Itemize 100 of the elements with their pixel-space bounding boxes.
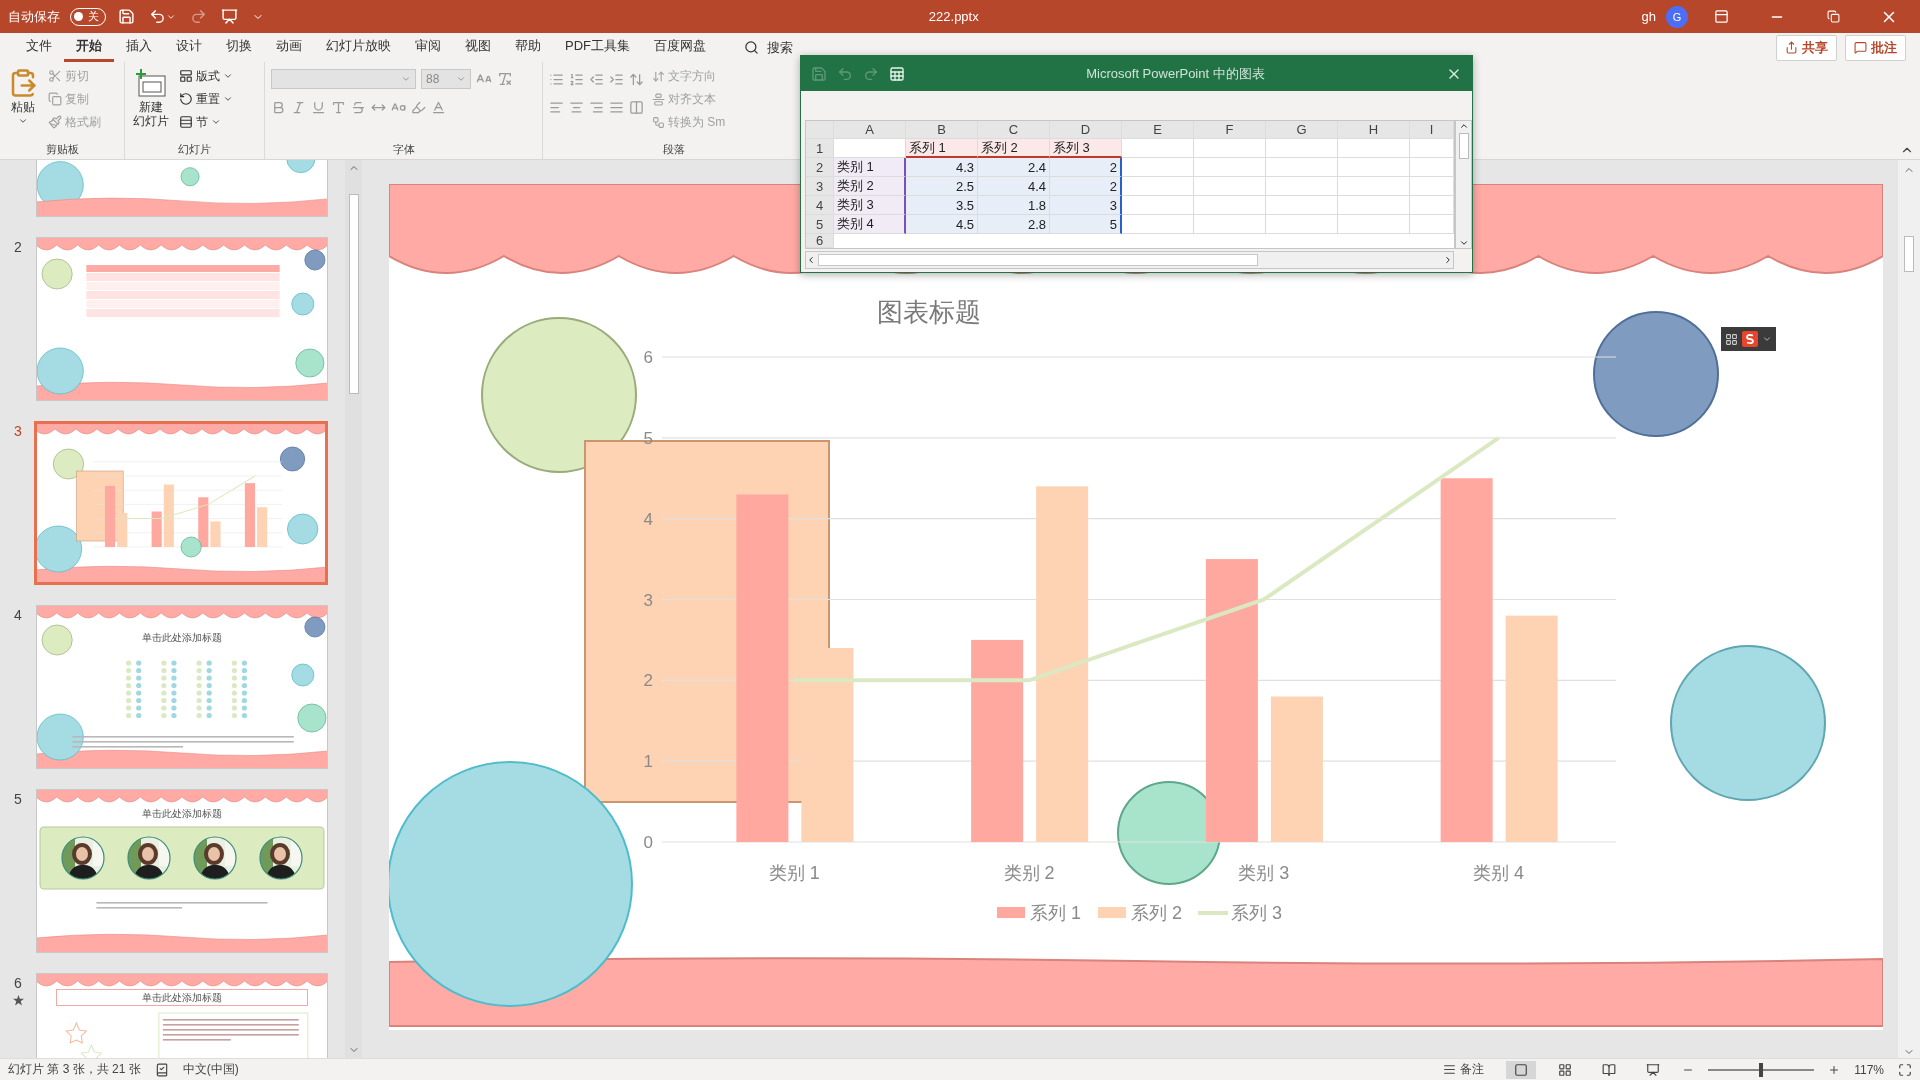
clear-formatting-icon[interactable] <box>497 71 513 87</box>
table-cell[interactable] <box>1410 177 1454 196</box>
table-cell[interactable]: 3.5 <box>906 196 978 215</box>
grid-icon[interactable] <box>1725 332 1738 346</box>
table-cell[interactable]: 2 <box>1050 158 1122 177</box>
table-cell[interactable] <box>1338 177 1410 196</box>
scrollbar[interactable] <box>1898 160 1920 1058</box>
slide-thumbnail[interactable] <box>34 421 328 585</box>
spelling-icon[interactable] <box>154 1062 169 1077</box>
table-cell[interactable]: 类别 1 <box>834 158 906 177</box>
bold-icon[interactable] <box>271 99 286 115</box>
table-cell[interactable] <box>1122 215 1194 234</box>
menu-tab[interactable]: 文件 <box>14 33 64 62</box>
table-cell[interactable]: 类别 2 <box>834 177 906 196</box>
table-cell[interactable] <box>1338 215 1410 234</box>
column-header[interactable]: C <box>978 121 1050 139</box>
table-cell[interactable] <box>1194 158 1266 177</box>
table-cell[interactable] <box>1194 196 1266 215</box>
menu-tab[interactable]: 百度网盘 <box>642 33 718 62</box>
slide-thumbnail[interactable] <box>36 237 328 401</box>
scroll-thumb[interactable] <box>818 254 1258 266</box>
select-all-cell[interactable] <box>806 121 834 139</box>
table-cell[interactable] <box>1338 139 1410 158</box>
paste-button[interactable]: 粘贴 <box>6 66 40 141</box>
scrollbar[interactable] <box>345 160 362 1058</box>
line-spacing-icon[interactable] <box>629 71 644 87</box>
row-header[interactable]: 1 <box>806 139 834 158</box>
new-slide-button[interactable]: 新建 幻灯片 <box>131 66 171 141</box>
table-cell[interactable] <box>1338 196 1410 215</box>
normal-view-icon[interactable] <box>1506 1060 1537 1079</box>
comments-button[interactable]: 批注 <box>1845 34 1906 61</box>
table-cell[interactable]: 2.5 <box>906 177 978 196</box>
italic-icon[interactable] <box>291 99 306 115</box>
slides-button[interactable]: 重置 <box>177 89 235 109</box>
table-cell[interactable] <box>1122 139 1194 158</box>
scrollbar[interactable] <box>1455 120 1472 249</box>
table-cell[interactable]: 2.8 <box>978 215 1050 234</box>
slide-thumbnail[interactable] <box>36 605 328 769</box>
align-right-icon[interactable] <box>589 99 604 115</box>
row-header[interactable]: 5 <box>806 215 834 234</box>
table-cell[interactable] <box>834 139 906 158</box>
table-cell[interactable] <box>1122 177 1194 196</box>
columns-icon[interactable] <box>629 99 644 115</box>
table-cell[interactable]: 4.4 <box>978 177 1050 196</box>
column-header[interactable]: B <box>906 121 978 139</box>
scroll-down-icon[interactable] <box>1458 238 1469 248</box>
strikethrough-icon[interactable] <box>351 99 366 115</box>
column-header[interactable]: E <box>1122 121 1194 139</box>
row-header[interactable]: 2 <box>806 158 834 177</box>
table-cell[interactable] <box>1266 215 1338 234</box>
column-header[interactable]: D <box>1050 121 1122 139</box>
scroll-thumb[interactable] <box>1904 236 1914 272</box>
menu-tab[interactable]: 视图 <box>453 33 503 62</box>
table-cell[interactable]: 4.3 <box>906 158 978 177</box>
table-cell[interactable] <box>1266 158 1338 177</box>
share-button[interactable]: 共享 <box>1776 34 1837 61</box>
underline-icon[interactable] <box>311 99 326 115</box>
dropdown-icon[interactable] <box>1762 334 1772 344</box>
spreadsheet-icon[interactable] <box>889 65 905 82</box>
numbering-icon[interactable] <box>569 71 584 87</box>
table-cell[interactable] <box>1266 177 1338 196</box>
column-header[interactable]: F <box>1194 121 1266 139</box>
notes-button[interactable]: 备注 <box>1435 1059 1493 1080</box>
table-cell[interactable] <box>1266 139 1338 158</box>
align-center-icon[interactable] <box>569 99 584 115</box>
menu-tab[interactable]: 幻灯片放映 <box>314 33 403 62</box>
scrollbar[interactable] <box>805 251 1454 269</box>
scroll-thumb[interactable] <box>1458 133 1469 159</box>
table-cell[interactable]: 2 <box>1050 177 1122 196</box>
table-cell[interactable] <box>1122 196 1194 215</box>
table-cell[interactable]: 1.8 <box>978 196 1050 215</box>
column-header[interactable]: I <box>1410 121 1454 139</box>
table-cell[interactable]: 4.5 <box>906 215 978 234</box>
increase-indent-icon[interactable] <box>609 71 624 87</box>
scroll-up-icon[interactable] <box>1458 121 1469 131</box>
redo-icon[interactable] <box>863 65 879 82</box>
zoom-in-icon[interactable] <box>1828 1063 1841 1076</box>
row-header[interactable]: 3 <box>806 177 834 196</box>
decrease-indent-icon[interactable] <box>589 71 604 87</box>
font-color-icon[interactable] <box>431 99 446 115</box>
slide-thumbnail[interactable] <box>36 160 328 217</box>
table-cell[interactable] <box>1410 215 1454 234</box>
table-cell[interactable] <box>1194 215 1266 234</box>
justify-icon[interactable] <box>609 99 624 115</box>
menu-tab[interactable]: 设计 <box>164 33 214 62</box>
column-header[interactable]: G <box>1266 121 1338 139</box>
avatar[interactable]: G <box>1666 5 1688 28</box>
table-cell[interactable] <box>1266 196 1338 215</box>
table-cell[interactable] <box>1194 139 1266 158</box>
row-header[interactable]: 4 <box>806 196 834 215</box>
text-shadow-icon[interactable] <box>331 99 346 115</box>
highlighter-icon[interactable] <box>411 99 426 115</box>
scroll-left-icon[interactable] <box>806 255 816 265</box>
table-cell[interactable]: 5 <box>1050 215 1122 234</box>
table-cell[interactable]: 类别 3 <box>834 196 906 215</box>
table-cell[interactable] <box>1410 158 1454 177</box>
align-left-icon[interactable] <box>549 99 564 115</box>
table-cell[interactable] <box>1410 196 1454 215</box>
table-cell[interactable]: 3 <box>1050 196 1122 215</box>
table-cell[interactable]: 系列 1 <box>906 139 978 158</box>
